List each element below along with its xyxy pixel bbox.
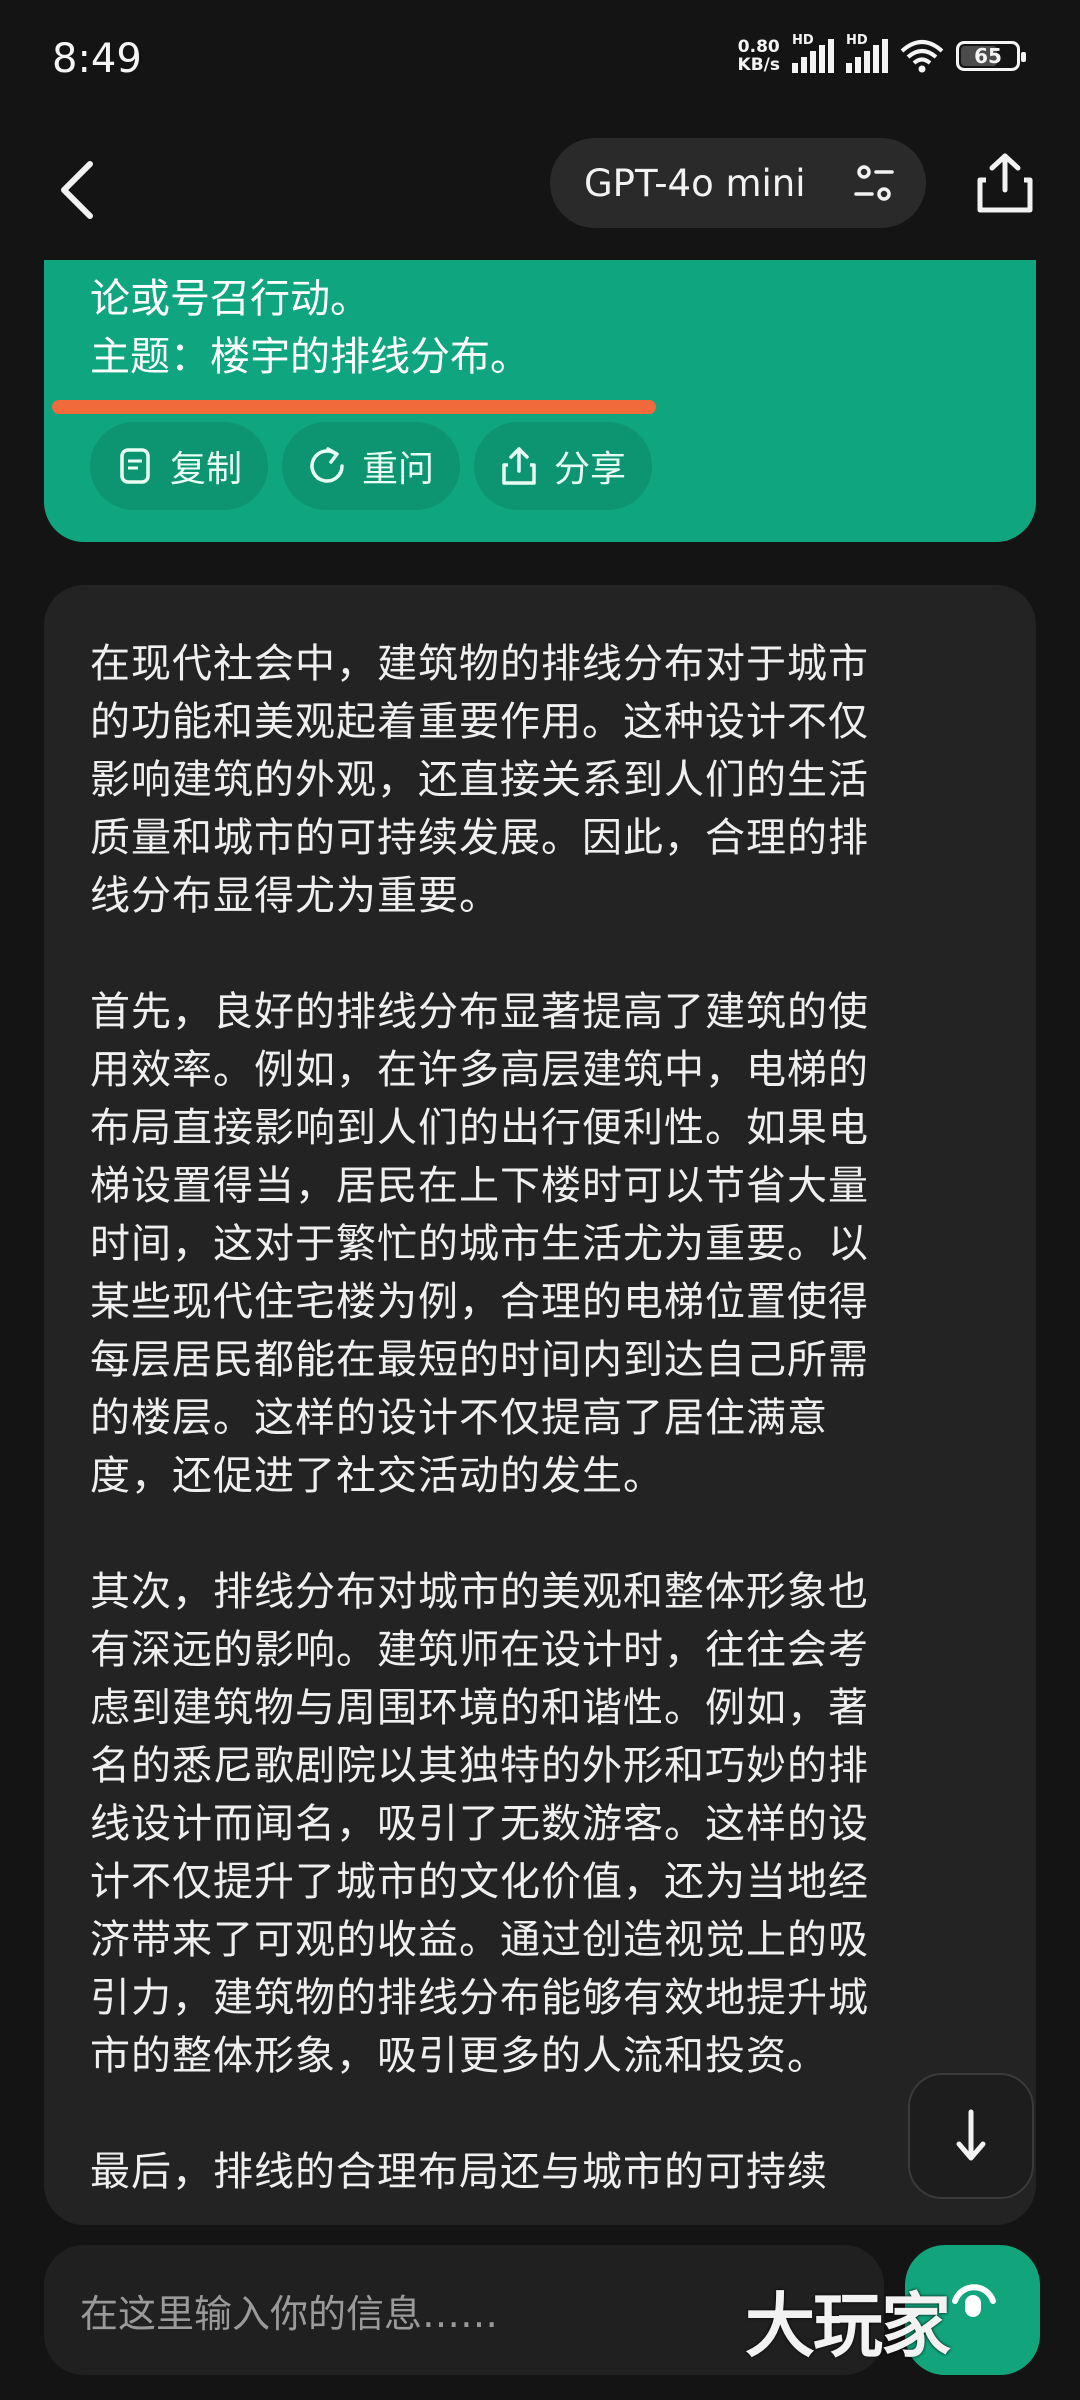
assistant-paragraph: 在现代社会中，建筑物的排线分布对于城市 的功能和美观起着重要作用。这种设计不仅 … bbox=[90, 635, 1010, 925]
app-header: GPT-4o mini bbox=[0, 130, 1080, 260]
model-name: GPT-4o mini bbox=[584, 161, 806, 205]
assistant-text-line: 其次，排线分布对城市的美观和整体形象也 bbox=[90, 1569, 869, 1615]
assistant-text-line: 最后，排线的合理布局还与城市的可持续 bbox=[90, 2149, 828, 2195]
assistant-text-line: 首先，良好的排线分布显著提高了建筑的使 bbox=[90, 989, 869, 1035]
orange-underline-annotation bbox=[52, 400, 656, 414]
assistant-text-line: 每层居民都能在最短的时间内到达自己所需 bbox=[90, 1337, 869, 1383]
assistant-text-line: 虑到建筑物与周围环境的和谐性。例如，著 bbox=[90, 1685, 869, 1731]
status-bar: 8:49 0.80 KB/s HD HD 65 bbox=[0, 0, 1080, 130]
copy-icon bbox=[120, 448, 150, 484]
message-actions: 复制 重问 分享 bbox=[90, 422, 653, 510]
wifi-icon bbox=[900, 40, 944, 73]
assistant-text-line: 有深远的影响。建筑师在设计时，往往会考 bbox=[90, 1627, 869, 1673]
assistant-text-line: 梯设置得当，居民在上下楼时可以节省大量 bbox=[90, 1163, 869, 1209]
signal-icon: HD bbox=[792, 33, 834, 73]
assistant-text-line: 济带来了可观的收益。通过创造视觉上的吸 bbox=[90, 1917, 869, 1963]
share-icon[interactable] bbox=[970, 148, 1040, 218]
assistant-paragraph: 最后，排线的合理布局还与城市的可持续 bbox=[90, 2143, 1010, 2201]
share-icon bbox=[502, 447, 536, 485]
assistant-text-line: 度，还促进了社交活动的发生。 bbox=[90, 1453, 664, 1499]
retry-button[interactable]: 重问 bbox=[282, 422, 461, 510]
user-message-line: 论或号召行动。 bbox=[90, 276, 370, 322]
net-speed: 0.80 KB/s bbox=[737, 37, 780, 75]
share-button[interactable]: 分享 bbox=[474, 422, 653, 510]
assistant-text-line: 引力，建筑物的排线分布能够有效地提升城 bbox=[90, 1975, 869, 2021]
refresh-icon bbox=[310, 447, 344, 483]
assistant-paragraph: 首先，良好的排线分布显著提高了建筑的使 用效率。例如，在许多高层建筑中，电梯的 … bbox=[90, 983, 1010, 1505]
assistant-text-line: 时间，这对于繁忙的城市生活尤为重要。以 bbox=[90, 1221, 869, 1267]
assistant-text-line: 的楼层。这样的设计不仅提高了居住满意 bbox=[90, 1395, 828, 1441]
watermark-logo: 大玩家 bbox=[745, 2284, 951, 2367]
user-message-bubble: 论或号召行动。 主题：楼宇的排线分布。 复制 重问 分享 bbox=[44, 260, 1036, 542]
assistant-text-line: 线分布显得尤为重要。 bbox=[90, 873, 500, 919]
arrow-down-icon bbox=[956, 2109, 986, 2161]
assistant-text-line: 的功能和美观起着重要作用。这种设计不仅 bbox=[90, 699, 869, 745]
assistant-text-line: 用效率。例如，在许多高层建筑中，电梯的 bbox=[90, 1047, 869, 1093]
assistant-text-line: 线设计而闻名，吸引了无数游客。这样的设 bbox=[90, 1801, 869, 1847]
signal-icon-2: HD bbox=[846, 33, 888, 73]
assistant-text-line: 某些现代住宅楼为例，合理的电梯位置使得 bbox=[90, 1279, 869, 1325]
battery-icon: 65 bbox=[956, 41, 1026, 71]
back-arrow-icon[interactable] bbox=[50, 150, 110, 230]
user-message-line: 主题：楼宇的排线分布。 bbox=[90, 334, 530, 380]
assistant-text-line: 在现代社会中，建筑物的排线分布对于城市 bbox=[90, 641, 869, 687]
status-time: 8:49 bbox=[52, 36, 142, 82]
copy-button[interactable]: 复制 bbox=[90, 422, 269, 510]
scroll-to-bottom-button[interactable] bbox=[908, 2073, 1034, 2199]
message-input-placeholder: 在这里输入你的信息…… bbox=[80, 2291, 499, 2336]
status-icons: 0.80 KB/s HD HD 65 bbox=[737, 33, 1026, 75]
assistant-text-line: 市的整体形象，吸引更多的人流和投资。 bbox=[90, 2033, 828, 2079]
assistant-paragraph: 其次，排线分布对城市的美观和整体形象也 有深远的影响。建筑师在设计时，往往会考 … bbox=[90, 1563, 1010, 2085]
assistant-text-line: 布局直接影响到人们的出行便利性。如果电 bbox=[90, 1105, 869, 1151]
assistant-text-line: 计不仅提升了城市的文化价值，还为当地经 bbox=[90, 1859, 869, 1905]
user-message-text: 论或号召行动。 主题：楼宇的排线分布。 bbox=[90, 270, 530, 386]
assistant-text-line: 影响建筑的外观，还直接关系到人们的生活 bbox=[90, 757, 869, 803]
assistant-text-line: 名的悉尼歌剧院以其独特的外形和巧妙的排 bbox=[90, 1743, 869, 1789]
assistant-text-line: 质量和城市的可持续发展。因此，合理的排 bbox=[90, 815, 869, 861]
model-selector[interactable]: GPT-4o mini bbox=[550, 138, 926, 228]
tune-icon bbox=[854, 165, 894, 201]
assistant-message-card: 在现代社会中，建筑物的排线分布对于城市 的功能和美观起着重要作用。这种设计不仅 … bbox=[44, 585, 1036, 2225]
